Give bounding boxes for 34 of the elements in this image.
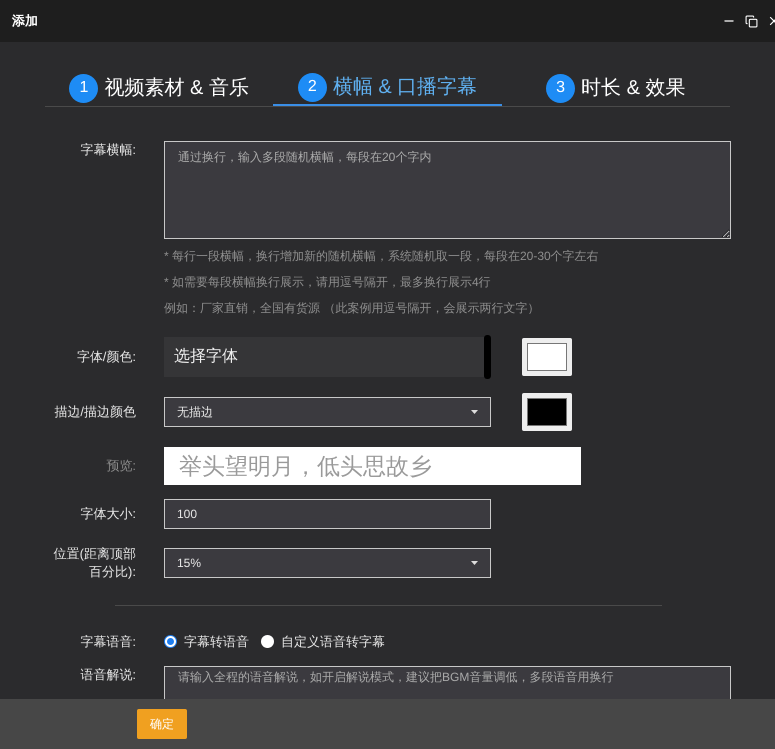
field-label: 字体/颜色: xyxy=(76,348,136,366)
color-swatch[interactable] xyxy=(522,393,572,431)
dropdown[interactable]: 无描边 xyxy=(164,397,491,427)
field-label: 字幕横幅: xyxy=(80,141,136,159)
preview-box: 举头望明月，低头思故乡 xyxy=(164,447,581,485)
radio-button[interactable] xyxy=(261,635,274,648)
step-number: 2 xyxy=(298,72,327,102)
font-size-field[interactable]: 100 xyxy=(164,499,491,529)
color-swatch[interactable] xyxy=(522,338,572,376)
field-label: 预览: xyxy=(106,457,136,475)
step-tab[interactable]: 3 时长 & 效果 xyxy=(502,72,730,106)
field-label: 字体大小: xyxy=(80,505,136,523)
step-tab[interactable]: 2 横幅 & 口播字幕 xyxy=(273,72,502,106)
maximize-icon[interactable] xyxy=(745,14,758,28)
dropdown[interactable]: 15% xyxy=(164,548,491,578)
radio-button[interactable] xyxy=(164,635,177,648)
step-number: 1 xyxy=(69,74,98,102)
window-title: 添加 xyxy=(12,12,38,30)
hint-text: * 每行一段横幅，换行增加新的随机横幅，系统随机取一段，每段在20-30个字左右 xyxy=(164,248,600,265)
voice-textarea[interactable]: 请输入全程的语音解说，如开启解说模式，建议把BGM音量调低，多段语音用换行 xyxy=(164,666,731,699)
field-label: 语音解说: xyxy=(80,666,136,684)
hint-text: * 如需要每段横幅换行展示，请用逗号隔开，最多换行展示4行 xyxy=(164,274,492,291)
field-label: 位置(距离顶部百分比): xyxy=(52,545,136,581)
caret-icon xyxy=(471,410,478,414)
font-picker[interactable]: 选择字体 xyxy=(164,337,491,377)
hint-text: 例如：厂家直销，全国有货源 （此案例用逗号隔开，会展示两行文字） xyxy=(164,300,540,317)
step-tab[interactable]: 1 视频素材 & 音乐 xyxy=(45,72,274,106)
step-number: 3 xyxy=(546,74,576,102)
caret-icon xyxy=(471,561,478,565)
field-label: 描边/描边颜色 xyxy=(54,403,136,421)
radio-option[interactable]: 字幕转语音 xyxy=(164,632,249,652)
radio-option[interactable]: 自定义语音转字幕 xyxy=(261,632,385,652)
banner-textarea[interactable]: 通过换行，输入多段随机横幅，每段在20个字内 xyxy=(164,141,731,239)
field-label: 字幕语音: xyxy=(80,632,136,651)
